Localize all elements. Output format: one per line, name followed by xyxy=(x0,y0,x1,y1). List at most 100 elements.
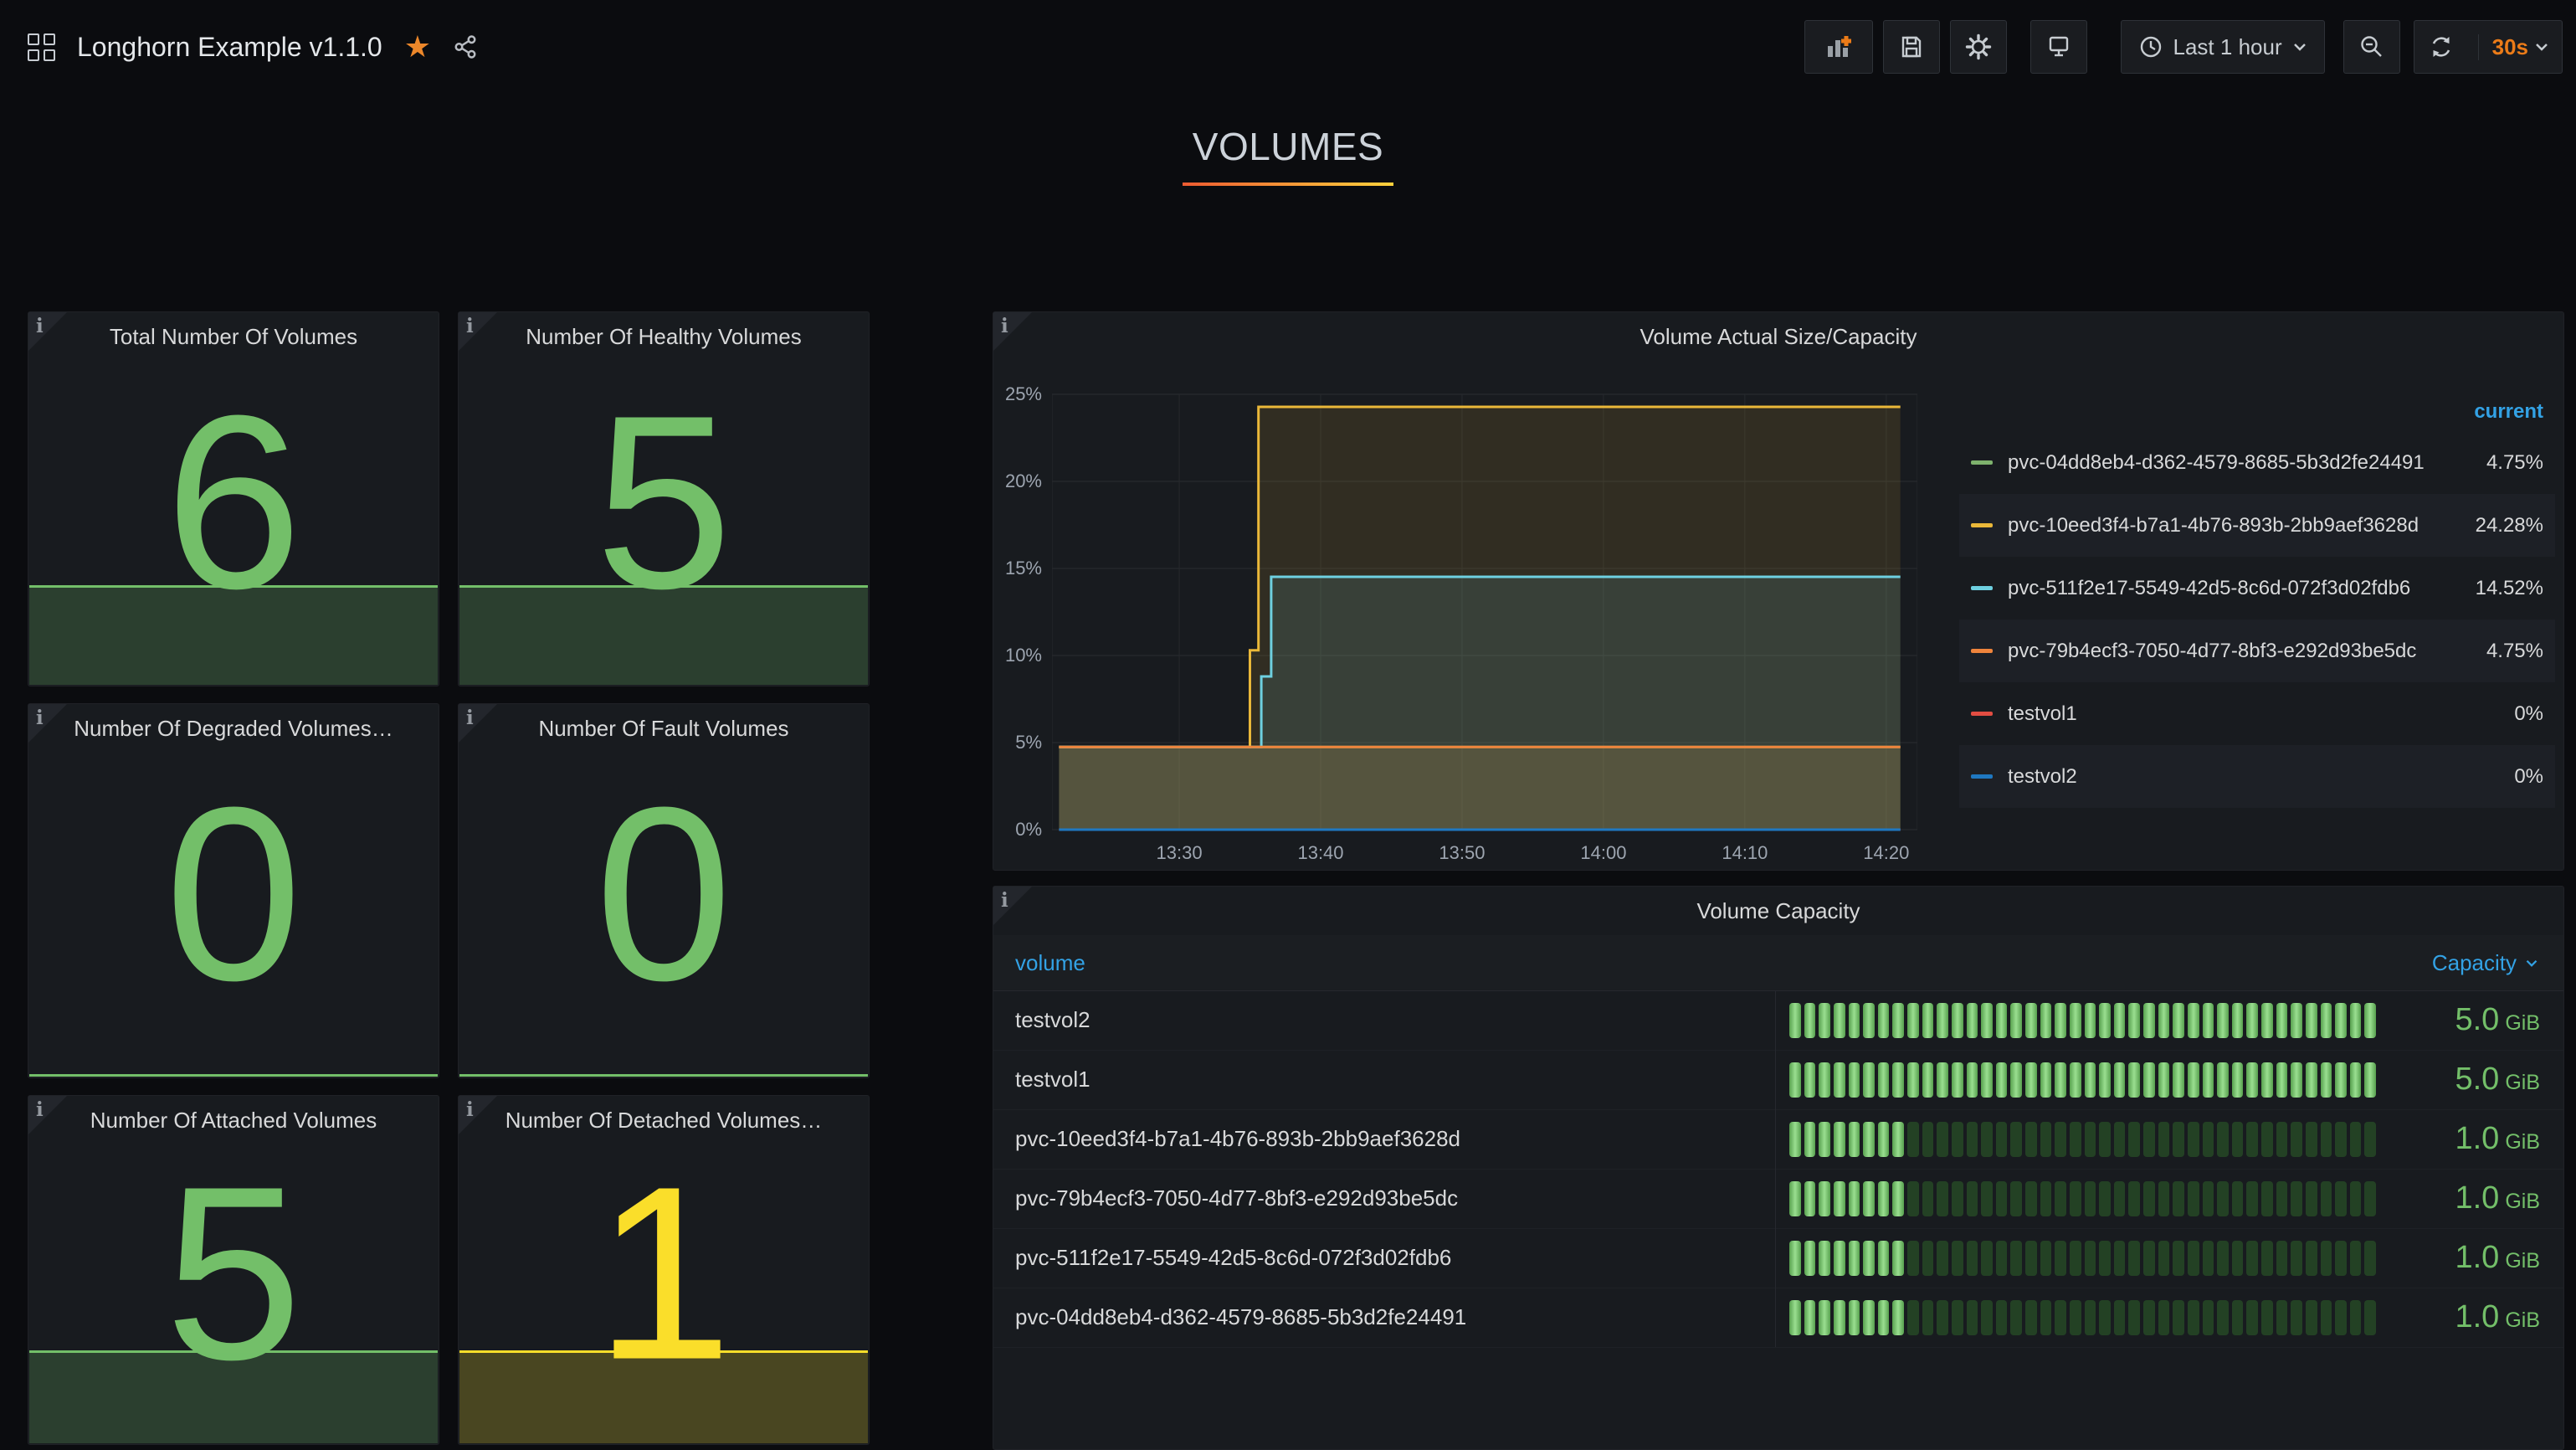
gauge-segment xyxy=(1967,1300,1978,1335)
gauge-segment xyxy=(1922,1122,1934,1157)
dashboard-settings-button[interactable] xyxy=(1950,20,2007,74)
gauge-segment xyxy=(2217,1122,2229,1157)
add-panel-button[interactable] xyxy=(1804,20,1873,74)
legend-series-dash xyxy=(1971,774,1993,779)
stat-panel-title[interactable]: Number Of Detached Volumes… xyxy=(459,1108,869,1134)
gauge-segment xyxy=(2232,1122,2244,1157)
legend-series-name[interactable]: pvc-04dd8eb4-d362-4579-8685-5b3d2fe24491 xyxy=(2008,451,2470,475)
stat-panel-title[interactable]: Number Of Attached Volumes xyxy=(28,1108,439,1134)
panel-title[interactable]: Volume Capacity xyxy=(993,898,2563,924)
gauge-segment xyxy=(2085,1241,2096,1276)
gauge-segment xyxy=(2114,1300,2126,1335)
gauge-segment xyxy=(1996,1122,2008,1157)
legend-row[interactable]: pvc-79b4ecf3-7050-4d77-8bf3-e292d93be5dc… xyxy=(1959,620,2555,682)
star-icon[interactable]: ★ xyxy=(404,32,431,62)
legend-series-current-value: 4.75% xyxy=(2486,640,2543,663)
gauge-segment xyxy=(2010,1241,2022,1276)
gauge-segment xyxy=(2085,1300,2096,1335)
gauge-segment xyxy=(2055,1003,2066,1038)
column-header-volume[interactable]: volume xyxy=(993,950,1775,976)
gauge-segment xyxy=(1878,1241,1890,1276)
gauge-segment xyxy=(1789,1062,1801,1098)
gauge-segment xyxy=(2321,1003,2332,1038)
legend-series-name[interactable]: testvol2 xyxy=(2008,765,2497,789)
volume-name-cell: testvol1 xyxy=(993,1050,1776,1109)
info-icon: i xyxy=(1001,315,1008,337)
gauge-segment xyxy=(2276,1003,2288,1038)
gauge-segment xyxy=(2040,1122,2052,1157)
info-icon: i xyxy=(466,707,474,729)
gauge-segment xyxy=(1922,1300,1934,1335)
legend-series-name[interactable]: pvc-511f2e17-5549-42d5-8c6d-072f3d02fdb6 xyxy=(2008,577,2459,600)
gauge-segment xyxy=(2040,1062,2052,1098)
refresh-button[interactable] xyxy=(2414,33,2468,60)
stat-panel-title[interactable]: Total Number Of Volumes xyxy=(28,324,439,350)
legend-row[interactable]: testvol2 0% xyxy=(1959,745,2555,808)
legend-row[interactable]: pvc-511f2e17-5549-42d5-8c6d-072f3d02fdb6… xyxy=(1959,557,2555,620)
legend-series-dash xyxy=(1971,460,1993,465)
volume-name-cell: pvc-04dd8eb4-d362-4579-8685-5b3d2fe24491 xyxy=(993,1288,1776,1347)
capacity-value: 1.0GiB xyxy=(2398,1240,2540,1276)
chart-legend: current pvc-04dd8eb4-d362-4579-8685-5b3d… xyxy=(1959,393,2555,808)
refresh-interval-picker[interactable]: 30s xyxy=(2478,34,2562,60)
gauge-segment xyxy=(2158,1122,2170,1157)
panel-title[interactable]: Volume Actual Size/Capacity xyxy=(993,324,2563,350)
stat-panel-title[interactable]: Number Of Healthy Volumes xyxy=(459,324,869,350)
capacity-cell: 5.0GiB xyxy=(1776,1050,2563,1109)
gauge-segment xyxy=(1789,1003,1801,1038)
gauge-segment xyxy=(2291,1122,2302,1157)
gauge-segment xyxy=(2188,1300,2199,1335)
legend-series-name[interactable]: testvol1 xyxy=(2008,702,2497,726)
gauge-segment xyxy=(1937,1181,1948,1216)
y-axis-tick-label: 0% xyxy=(993,819,1042,841)
gauge-segment xyxy=(1834,1122,1845,1157)
gauge-segment xyxy=(1981,1300,1993,1335)
apps-icon[interactable] xyxy=(28,33,55,61)
stat-panel-title[interactable]: Number Of Fault Volumes xyxy=(459,716,869,742)
legend-series-name[interactable]: pvc-10eed3f4-b7a1-4b76-893b-2bb9aef3628d xyxy=(2008,514,2459,537)
legend-series-current-value: 24.28% xyxy=(2476,514,2543,537)
share-icon[interactable] xyxy=(453,34,478,59)
gauge-segment xyxy=(1804,1300,1816,1335)
gauge-segment xyxy=(2010,1122,2022,1157)
stat-sparkline xyxy=(29,1350,438,1443)
gauge-segment xyxy=(1967,1122,1978,1157)
legend-row[interactable]: pvc-10eed3f4-b7a1-4b76-893b-2bb9aef3628d… xyxy=(1959,494,2555,557)
gauge-segment xyxy=(2203,1181,2214,1216)
capacity-lcd-gauge xyxy=(1789,1241,2376,1276)
column-header-capacity[interactable]: Capacity xyxy=(1775,950,2563,976)
gauge-segment xyxy=(2217,1241,2229,1276)
gauge-segment xyxy=(1878,1122,1890,1157)
gauge-segment xyxy=(1952,1241,1963,1276)
cycle-view-mode-button[interactable] xyxy=(2030,20,2087,74)
time-series-plot[interactable] xyxy=(1052,390,1917,832)
gauge-segment xyxy=(2114,1003,2126,1038)
legend-series-name[interactable]: pvc-79b4ecf3-7050-4d77-8bf3-e292d93be5dc xyxy=(2008,640,2470,663)
chevron-down-icon xyxy=(2292,42,2307,52)
legend-row[interactable]: testvol1 0% xyxy=(1959,682,2555,745)
info-icon: i xyxy=(36,1098,44,1121)
gauge-segment xyxy=(1863,1062,1875,1098)
y-axis-tick-label: 10% xyxy=(993,645,1042,666)
gauge-segment xyxy=(2173,1003,2184,1038)
zoom-out-time-button[interactable] xyxy=(2343,20,2400,74)
gauge-segment xyxy=(2291,1241,2302,1276)
save-dashboard-button[interactable] xyxy=(1883,20,1940,74)
stat-panel: i Number Of Degraded Volumes… 0 xyxy=(28,703,439,1078)
gauge-segment xyxy=(1967,1003,1978,1038)
gauge-segment xyxy=(2291,1300,2302,1335)
legend-row[interactable]: pvc-04dd8eb4-d362-4579-8685-5b3d2fe24491… xyxy=(1959,431,2555,494)
gauge-segment xyxy=(2306,1003,2317,1038)
gauge-segment xyxy=(2099,1300,2111,1335)
table-row: pvc-10eed3f4-b7a1-4b76-893b-2bb9aef3628d… xyxy=(993,1109,2563,1170)
gauge-segment xyxy=(1952,1300,1963,1335)
stat-panel-title[interactable]: Number Of Degraded Volumes… xyxy=(28,716,439,742)
gauge-segment xyxy=(2085,1062,2096,1098)
gauge-segment xyxy=(2025,1300,2037,1335)
add-panel-icon xyxy=(1824,33,1853,61)
gauge-segment xyxy=(1922,1181,1934,1216)
gauge-segment xyxy=(2128,1122,2140,1157)
time-range-picker[interactable]: Last 1 hour xyxy=(2121,20,2325,74)
legend-value-header[interactable]: current xyxy=(1959,393,2555,431)
gauge-segment xyxy=(2173,1122,2184,1157)
